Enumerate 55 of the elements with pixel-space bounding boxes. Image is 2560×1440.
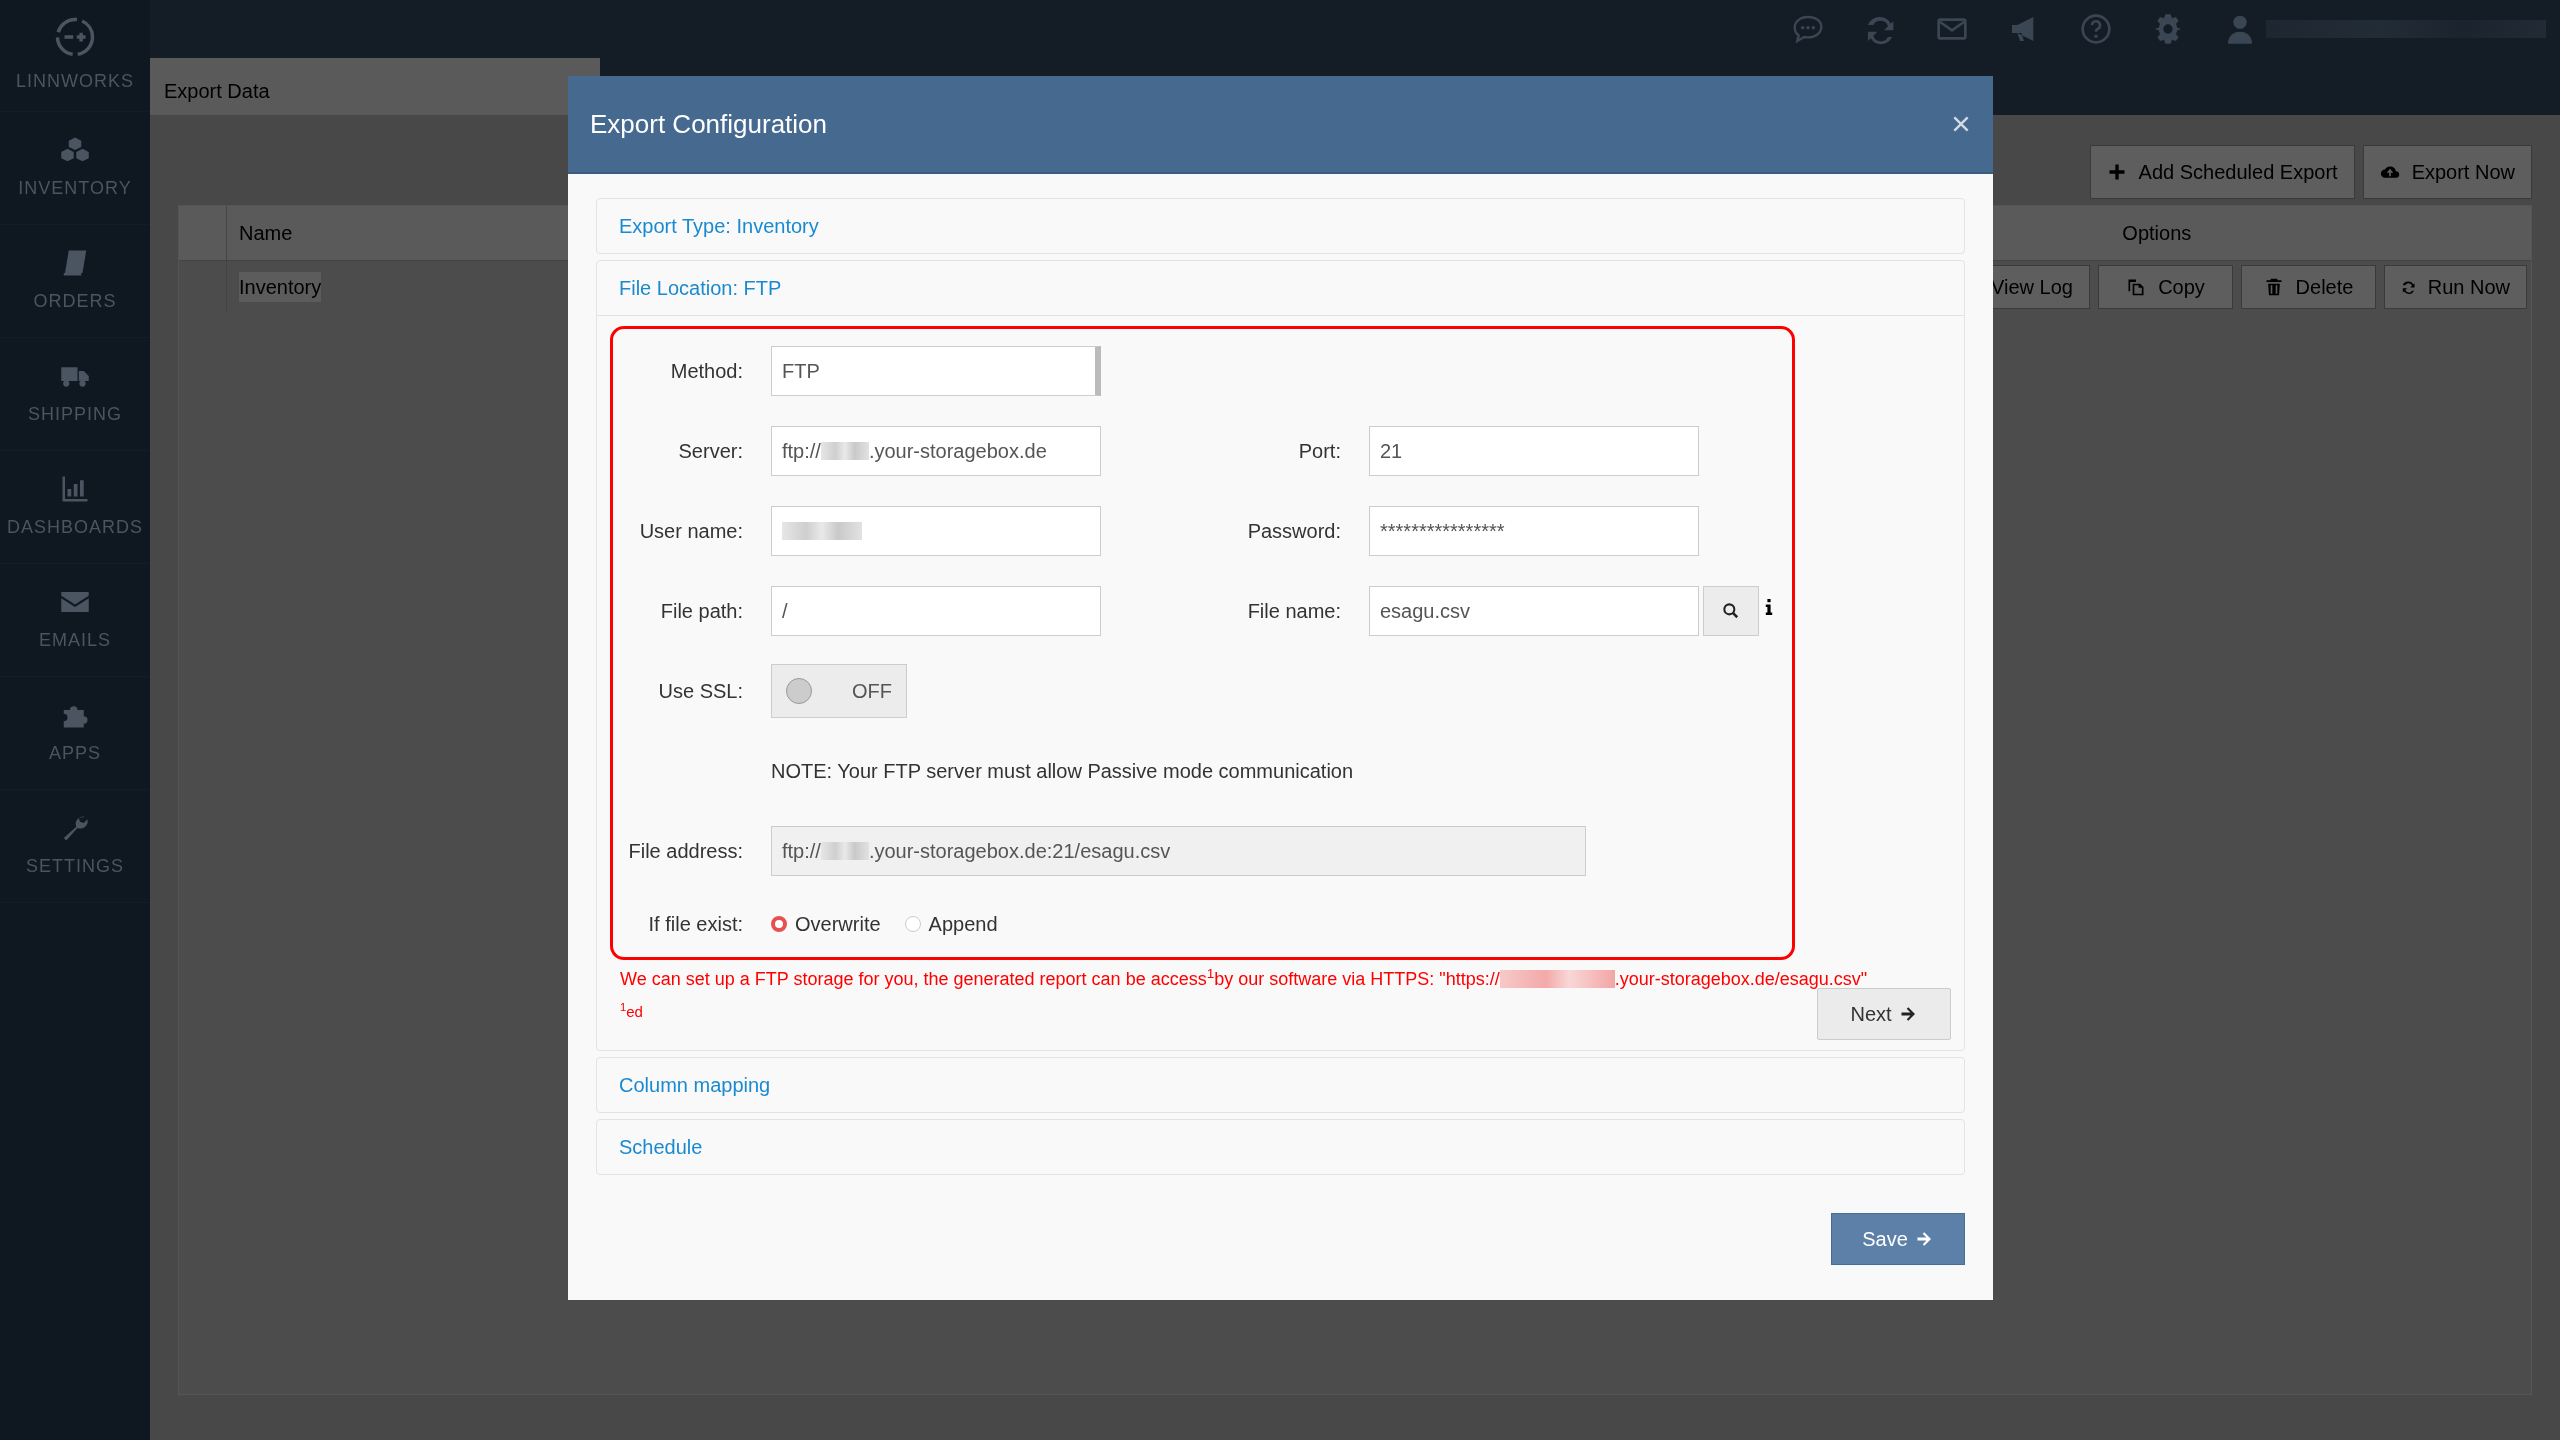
server-field[interactable]: ftp:// .your-storagebox.de (771, 426, 1101, 476)
sidebar-item[interactable]: ORDERS (0, 225, 150, 338)
copy-icon (2126, 277, 2147, 297)
field-label: File address: (627, 839, 743, 864)
sidebar-item[interactable]: INVENTORY (0, 112, 150, 225)
field-label: File name: (1246, 599, 1341, 624)
username-field[interactable] (771, 506, 1101, 556)
field-label: User name: (638, 519, 743, 544)
sidebar-item[interactable]: DASHBOARDS (0, 451, 150, 564)
arrow-right-icon (1899, 1005, 1918, 1023)
sidebar-item[interactable]: SHIPPING (0, 338, 150, 451)
field-label: File path: (659, 599, 743, 624)
logo-icon (54, 16, 96, 58)
next-button[interactable]: Next (1817, 988, 1951, 1040)
close-icon[interactable] (1951, 114, 1971, 134)
chat-icon[interactable] (1792, 13, 1824, 45)
logo-text: LINNWORKS (16, 70, 134, 93)
page-tab[interactable]: Export Data (150, 58, 600, 115)
file-name-field[interactable]: esagu.csv (1369, 586, 1699, 636)
row-action-button[interactable]: Copy (2098, 265, 2233, 309)
section-link[interactable]: Column mapping (597, 1058, 793, 1112)
radio-option[interactable]: Overwrite (771, 909, 881, 939)
password-field[interactable]: **************** (1369, 506, 1699, 556)
sidebar-item[interactable]: SETTINGS (0, 790, 150, 903)
help-icon[interactable] (2080, 13, 2112, 45)
note-text: NOTE: Your FTP server must allow Passive mode communication (771, 759, 1354, 784)
field-label: Password: (1246, 519, 1341, 544)
file-address-field[interactable]: ftp:// .your-storagebox.de:21/esagu.csv (771, 826, 1586, 876)
port-field[interactable]: 21 (1369, 426, 1699, 476)
field-label: Method: (669, 359, 743, 384)
sidebar-item[interactable]: APPS (0, 677, 150, 790)
row-action-button[interactable]: Run Now (2384, 265, 2527, 309)
annotation-text: $^{1}$ed (620, 1001, 643, 1022)
method-select[interactable]: FTP (771, 346, 1101, 396)
field-label: Port: (1297, 439, 1341, 464)
save-button[interactable]: Save (1831, 1213, 1965, 1265)
radio-option[interactable]: Append (904, 909, 998, 939)
add-scheduled-export-button[interactable]: Add Scheduled Export (2089, 145, 2355, 199)
table-cell: Inventory (239, 272, 322, 302)
arrow-right-icon (1915, 1230, 1934, 1248)
export-now-button[interactable]: Export Now (2362, 145, 2532, 199)
section-link[interactable]: File Location: FTP (597, 261, 804, 315)
field-label: Use SSL: (657, 679, 743, 704)
section-link[interactable]: Schedule (597, 1120, 725, 1174)
section-link[interactable]: Export Type: Inventory (597, 199, 841, 253)
field-label: Server: (677, 439, 743, 464)
info-icon (1765, 599, 1773, 615)
row-action-button[interactable]: Delete (2241, 265, 2376, 309)
sidebar-item[interactable]: EMAILS (0, 564, 150, 677)
ssl-toggle[interactable]: OFF (771, 664, 907, 718)
search-button[interactable] (1703, 586, 1759, 636)
annotation-text: We can set up a FTP storage for you, the generated report can be access$^{1}$by our software via HTTPS: "https:// .your-storagebox.de/esagu.csv" (620, 966, 1868, 991)
file-path-field[interactable]: / (771, 586, 1101, 636)
field-label: If file exist: (647, 912, 743, 937)
search-icon (1721, 601, 1741, 621)
